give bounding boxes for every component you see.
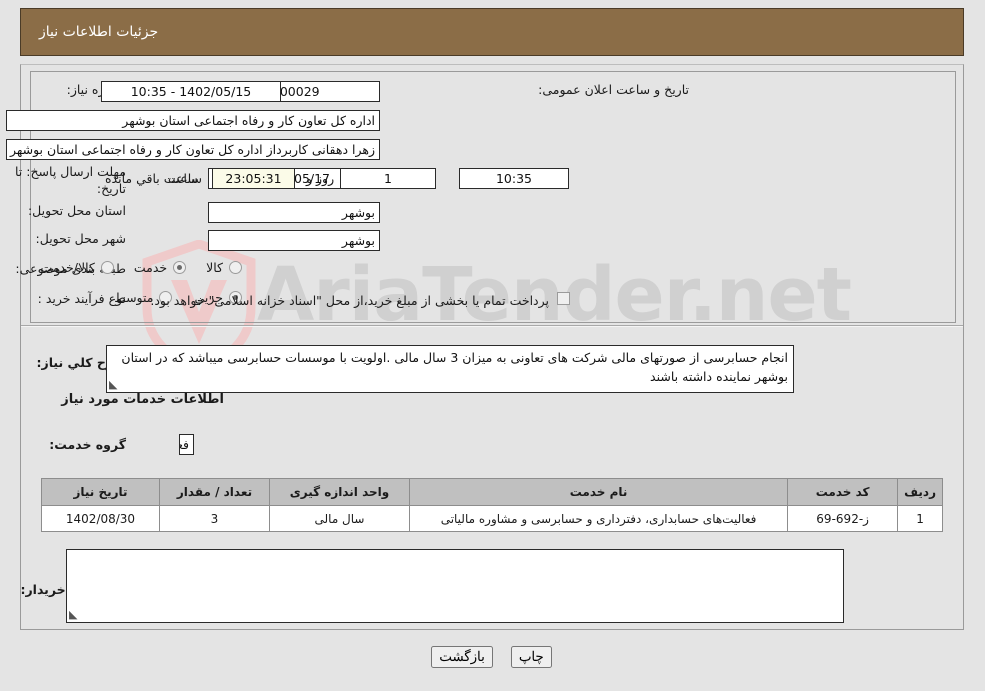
cell-date: 1402/08/30	[42, 505, 161, 532]
category-option-khedmat[interactable]: خدمت	[134, 260, 188, 275]
delivery-province-row: استان محل تحویل:	[29, 203, 127, 218]
services-section-title: اطلاعات خدمات مورد نیاز	[62, 392, 225, 407]
cell-index: 1	[898, 505, 944, 532]
resize-grip-icon[interactable]: ◢	[110, 378, 122, 391]
section-divider	[22, 325, 964, 327]
back-button[interactable]: بازگشت	[432, 646, 494, 668]
process-label: نوع فرآیند خرید :	[38, 291, 127, 306]
process-option-label: متوسط	[115, 290, 155, 305]
treasury-note: پرداخت تمام یا بخشی از مبلغ خرید،از محل …	[151, 293, 550, 308]
announce-datetime-row: تاریخ و ساعت اعلان عمومی:	[539, 82, 690, 97]
col-code: کد خدمت	[788, 478, 900, 506]
tender-details-page: AriaTender.net جزئیات اطلاعات نیاز شماره…	[0, 0, 985, 691]
treasury-checkbox[interactable]	[558, 292, 571, 305]
resize-grip-icon[interactable]: ◢	[70, 608, 82, 621]
col-unit: واحد اندازه گیری	[270, 478, 411, 506]
col-date: تاریخ نیاز	[42, 478, 161, 506]
description-textarea[interactable]: انجام حسابرسی از صورتهای مالی شرکت های ت…	[107, 345, 795, 393]
cell-unit: سال مالی	[270, 505, 411, 532]
announce-datetime-value: 1402/05/15 - 10:35	[102, 81, 282, 102]
days-unit-label: روز و	[307, 171, 336, 186]
category-option-kala[interactable]: کالا	[207, 260, 243, 275]
radio-icon[interactable]	[174, 261, 188, 274]
print-button[interactable]: چاپ	[511, 646, 553, 668]
service-group-label: گروه خدمت:	[50, 437, 127, 452]
services-section-title-row: اطلاعات خدمات مورد نیاز	[62, 392, 225, 407]
category-option-kala-khedmat[interactable]: کالا/خدمت	[41, 260, 115, 275]
announce-datetime-label: تاریخ و ساعت اعلان عمومی:	[539, 82, 690, 97]
service-group-value: فعالیت‌های حرفه‌ای، علمی و فنی	[180, 434, 195, 455]
services-table: ردیف کد خدمت نام خدمت واحد اندازه گیری ت…	[42, 478, 944, 532]
table-row: 1 ز-692-69 فعالیت‌های حسابداری، دفترداری…	[42, 505, 944, 532]
process-row-label: نوع فرآیند خرید :	[39, 291, 127, 306]
category-option-label: کالا/خدمت	[41, 260, 96, 275]
category-option-label: خدمت	[134, 260, 169, 275]
description-value: انجام حسابرسی از صورتهای مالی شرکت های ت…	[122, 350, 789, 384]
category-option-label: کالا	[207, 260, 224, 275]
page-title-bar: جزئیات اطلاعات نیاز	[21, 8, 965, 56]
service-group-row: گروه خدمت:	[50, 437, 127, 452]
info-fieldset	[31, 71, 957, 323]
cell-code: ز-692-69	[788, 505, 900, 532]
countdown-value: 23:05:31	[213, 168, 296, 189]
delivery-city-value: بوشهر	[209, 230, 381, 251]
table-header-row: ردیف کد خدمت نام خدمت واحد اندازه گیری ت…	[42, 478, 944, 506]
category-options: کالا خدمت کالا/خدمت	[41, 260, 243, 275]
days-value: 1	[341, 168, 437, 189]
buyer-org-value: اداره کل تعاون کار و رفاه اجتماعی استان …	[7, 110, 381, 131]
delivery-city-label: شهر محل تحویل:	[36, 231, 127, 246]
countdown-suffix-label: ساعت باقي مانده	[106, 171, 199, 186]
cell-name: فعالیت‌های حسابداری، دفترداری و حسابرسی …	[409, 505, 790, 532]
cell-quantity: 3	[160, 505, 271, 532]
radio-icon[interactable]	[101, 261, 115, 274]
col-quantity: تعداد / مقدار	[160, 478, 271, 506]
delivery-city-row: شهر محل تحویل:	[37, 231, 127, 246]
requester-value: زهرا دهقانی کاربرداز اداره کل تعاون کار …	[7, 139, 381, 160]
radio-icon[interactable]	[230, 261, 243, 274]
action-buttons: بازگشت چاپ	[0, 646, 985, 668]
col-name: نام خدمت	[409, 478, 790, 506]
col-index: ردیف	[898, 478, 944, 506]
delivery-province-label: استان محل تحویل:	[28, 203, 127, 218]
delivery-province-value: بوشهر	[209, 202, 381, 223]
page-title: جزئیات اطلاعات نیاز	[40, 24, 160, 40]
buyer-comments-textarea[interactable]: ◢	[67, 549, 845, 623]
time-value: 10:35	[460, 168, 570, 189]
